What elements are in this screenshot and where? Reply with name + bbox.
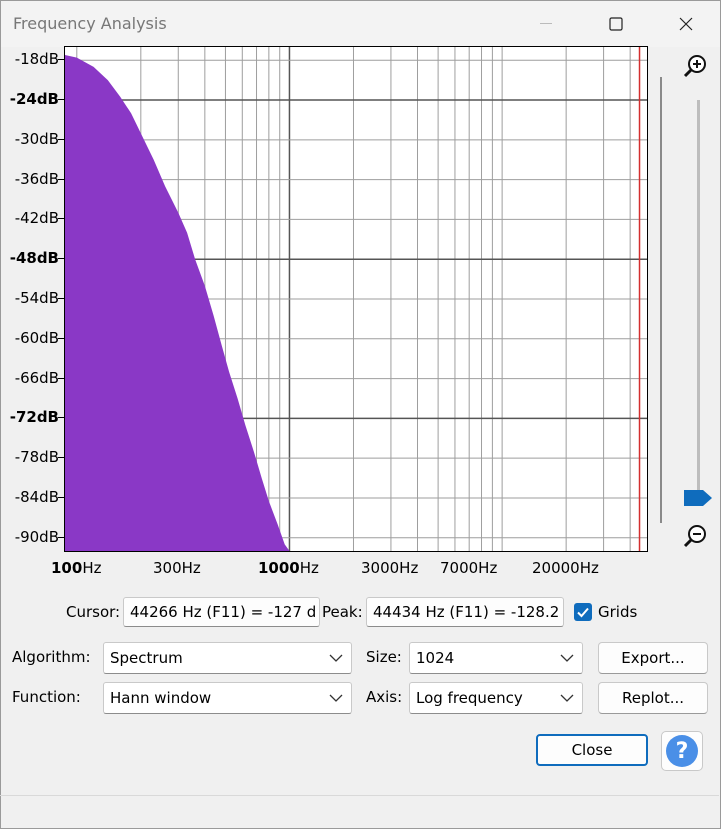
export-button[interactable]: Export... bbox=[598, 642, 708, 674]
replot-button[interactable]: Replot... bbox=[598, 682, 708, 714]
close-window-button[interactable] bbox=[663, 1, 709, 47]
algorithm-label: Algorithm: bbox=[12, 648, 91, 666]
size-select[interactable]: 1024 bbox=[409, 642, 583, 674]
x-tick-label: 300Hz bbox=[153, 559, 201, 577]
zoom-slider-thumb[interactable] bbox=[684, 489, 712, 507]
status-bar-divider bbox=[0, 795, 719, 796]
help-icon: ? bbox=[666, 735, 698, 767]
chevron-down-icon bbox=[560, 654, 574, 662]
axis-label: Axis: bbox=[366, 688, 403, 706]
grids-label: Grids bbox=[598, 603, 638, 621]
peak-readout-field[interactable]: 44434 Hz (F11) = -128.2 bbox=[366, 597, 564, 627]
close-button[interactable]: Close bbox=[536, 734, 648, 766]
checkmark-icon bbox=[577, 607, 589, 618]
y-tick-label: -54dB bbox=[14, 289, 59, 307]
x-tick-label: 3000Hz bbox=[361, 559, 419, 577]
y-tick-label: -60dB bbox=[14, 328, 59, 347]
chevron-down-icon bbox=[329, 654, 343, 662]
x-tick-label: 20000Hz bbox=[532, 559, 599, 577]
function-label: Function: bbox=[12, 688, 81, 706]
minimize-icon bbox=[540, 23, 552, 24]
chevron-down-icon bbox=[329, 694, 343, 702]
window-title: Frequency Analysis bbox=[13, 14, 167, 33]
minimize-button[interactable] bbox=[523, 1, 569, 47]
title-bar: Frequency Analysis bbox=[1, 1, 720, 47]
y-tick-label: -42dB bbox=[14, 209, 59, 228]
grids-checkbox[interactable] bbox=[574, 603, 592, 621]
y-tick-label: -48dB bbox=[9, 249, 59, 268]
x-tick-label: 7000Hz bbox=[440, 559, 498, 577]
x-tick-label: 100Hz bbox=[51, 559, 102, 577]
y-tick-label: -84dB bbox=[14, 487, 59, 506]
algorithm-value: Spectrum bbox=[110, 649, 183, 667]
size-label: Size: bbox=[366, 648, 402, 666]
maximize-button[interactable] bbox=[593, 1, 639, 47]
chevron-down-icon bbox=[560, 694, 574, 702]
y-tick-label: -18dB bbox=[14, 50, 59, 69]
y-tick-label: -24dB bbox=[9, 90, 59, 109]
algorithm-select[interactable]: Spectrum bbox=[103, 642, 352, 674]
plot-vertical-scrollbar[interactable] bbox=[660, 77, 662, 523]
function-select[interactable]: Hann window bbox=[103, 682, 352, 714]
peak-label: Peak: bbox=[322, 603, 363, 621]
axis-select[interactable]: Log frequency bbox=[409, 682, 583, 714]
axis-value: Log frequency bbox=[416, 689, 523, 707]
y-tick-label: -78dB bbox=[14, 448, 59, 467]
function-value: Hann window bbox=[110, 689, 212, 707]
zoom-out-icon[interactable] bbox=[683, 523, 709, 549]
y-tick-label: -30dB bbox=[14, 129, 59, 148]
y-tick-label: -90dB bbox=[14, 527, 59, 546]
help-button[interactable]: ? bbox=[661, 731, 703, 771]
spectrum-plot[interactable] bbox=[64, 46, 648, 552]
y-tick-label: -72dB bbox=[9, 408, 59, 427]
y-tick-label: -66dB bbox=[14, 368, 59, 387]
x-tick-label: 1000Hz bbox=[258, 559, 319, 577]
size-value: 1024 bbox=[416, 649, 455, 667]
y-tick-label: -36dB bbox=[14, 169, 59, 188]
cursor-readout-field[interactable]: 44266 Hz (F11) = -127 d bbox=[123, 597, 320, 627]
cursor-label: Cursor: bbox=[66, 603, 121, 621]
spectrum-chart-svg bbox=[65, 47, 647, 551]
zoom-slider-track[interactable] bbox=[697, 100, 700, 492]
close-icon bbox=[679, 17, 693, 31]
zoom-in-icon[interactable] bbox=[683, 53, 709, 79]
maximize-icon bbox=[609, 17, 623, 31]
spectrum-series-0 bbox=[65, 55, 290, 551]
